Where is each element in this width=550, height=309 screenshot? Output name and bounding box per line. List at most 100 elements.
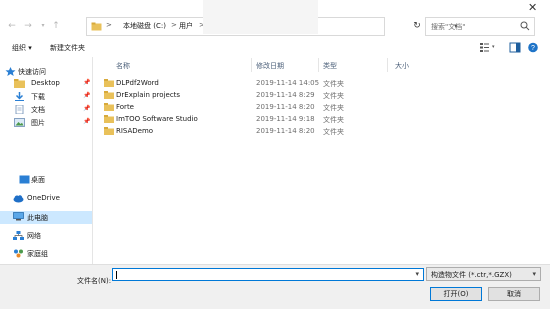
breadcrumb-separator[interactable]: > (171, 21, 177, 29)
folder-icon (104, 103, 114, 111)
nav-item-documents[interactable]: 文档 📌 (0, 104, 92, 116)
column-divider[interactable] (318, 58, 319, 72)
folder-icon (104, 79, 114, 87)
nav-item-pictures[interactable]: 图片 📌 (0, 117, 92, 129)
redacted-area (203, 0, 318, 34)
nav-item-desktop[interactable]: 桌面 (0, 174, 92, 186)
nav-item-downloads[interactable]: 下载 📌 (0, 91, 92, 103)
file-type: 文件夹 (323, 92, 344, 100)
file-row[interactable]: ImTOO Software Studio 2019-11-14 9:18 文件… (94, 113, 550, 125)
file-type: 文件夹 (323, 116, 344, 124)
column-type[interactable]: 类型 (323, 61, 337, 71)
nav-item-label: OneDrive (27, 194, 60, 202)
cloud-icon (13, 195, 24, 203)
refresh-icon[interactable]: ↻ (411, 20, 423, 32)
picture-icon (14, 118, 25, 127)
pin-icon: 📌 (83, 105, 91, 112)
nav-item-label: 图片 (31, 119, 45, 127)
file-type: 文件夹 (323, 80, 344, 88)
file-name: DLPdf2Word (116, 79, 159, 87)
filename-label: 文件名(N): (77, 277, 112, 285)
filter-value: 构造物文件 (*.ctr,*.GZX) (431, 271, 512, 279)
file-type-filter[interactable]: 构造物文件 (*.ctr,*.GZX) ▾ (426, 267, 541, 281)
view-options-icon[interactable] (479, 42, 491, 53)
nav-item-quick-access[interactable]: 快速访问 (0, 66, 92, 78)
nav-item-desktop-folder[interactable]: Desktop 📌 (0, 78, 92, 90)
file-name: ImTOO Software Studio (116, 115, 198, 123)
breadcrumb-separator[interactable]: > (106, 21, 112, 29)
network-icon (13, 231, 24, 240)
nav-item-label: 此电脑 (27, 214, 48, 222)
file-type: 文件夹 (323, 104, 344, 112)
filename-input[interactable]: ▾ (112, 268, 424, 281)
nav-item-label: 网络 (27, 232, 41, 240)
homegroup-icon (14, 249, 23, 258)
file-name: Forte (116, 103, 134, 111)
pin-icon: 📌 (83, 92, 91, 99)
nav-item-this-pc[interactable]: 此电脑 (0, 211, 92, 224)
text-caret (116, 271, 117, 279)
file-date: 2019-11-14 8:29 (256, 91, 315, 99)
document-icon (15, 105, 24, 114)
folder-icon (104, 115, 114, 123)
file-date: 2019-11-14 9:18 (256, 115, 315, 123)
open-button[interactable]: 打开(O) (430, 287, 482, 301)
nav-item-label: 下载 (31, 93, 45, 101)
file-name: RISADemo (116, 127, 154, 135)
nav-item-network[interactable]: 网络 (0, 230, 92, 242)
file-type: 文件夹 (323, 128, 344, 136)
pin-icon: 📌 (83, 118, 91, 125)
organize-button[interactable]: 组织 ▾ (12, 43, 32, 53)
breadcrumb-local-disk[interactable]: 本地磁盘 (C:) (123, 21, 166, 31)
new-folder-button[interactable]: 新建文件夹 (50, 43, 85, 53)
help-icon[interactable]: ? (527, 42, 539, 53)
file-date: 2019-11-14 14:05 (256, 79, 320, 87)
search-placeholder: 搜索"文档" (431, 23, 466, 31)
filter-dropdown-icon[interactable]: ▾ (532, 270, 536, 278)
column-size[interactable]: 大小 (395, 61, 409, 71)
navigation-pane: 快速访问 Desktop 📌 下载 📌 文档 📌 图片 📌 桌面 OneDriv… (0, 57, 93, 264)
cancel-button[interactable]: 取消 (488, 287, 540, 301)
computer-icon (13, 212, 24, 221)
column-header: 名称 修改日期 类型 大小 (94, 58, 550, 72)
column-date[interactable]: 修改日期 (256, 61, 284, 71)
forward-arrow-icon[interactable]: → (22, 20, 34, 32)
file-list: 名称 修改日期 类型 大小 DLPdf2Word 2019-11-14 14:0… (94, 57, 550, 264)
pin-icon: 📌 (83, 79, 91, 86)
file-date: 2019-11-14 8:20 (256, 103, 315, 111)
file-row[interactable]: RISADemo 2019-11-14 8:20 文件夹 (94, 125, 550, 137)
preview-pane-icon[interactable] (509, 42, 521, 53)
nav-item-label: Desktop (31, 79, 60, 87)
breadcrumb-users[interactable]: 用户 (179, 21, 193, 31)
file-row[interactable]: Forte 2019-11-14 8:20 文件夹 (94, 101, 550, 113)
nav-item-label: 桌面 (31, 176, 45, 184)
search-input[interactable]: 搜索"文档" (425, 17, 535, 36)
nav-item-label: 文档 (31, 106, 45, 114)
folder-icon (104, 127, 114, 135)
column-divider[interactable] (387, 58, 388, 72)
file-row[interactable]: DrExplain projects 2019-11-14 8:29 文件夹 (94, 89, 550, 101)
view-dropdown-icon[interactable]: ▾ (492, 44, 495, 50)
nav-item-label: 家庭组 (27, 250, 48, 258)
nav-item-label: 快速访问 (18, 68, 46, 76)
search-icon[interactable] (520, 21, 530, 31)
recent-locations-icon[interactable]: ▾ (37, 20, 49, 32)
back-arrow-icon[interactable]: ← (6, 20, 18, 32)
desktop-icon (19, 175, 30, 184)
nav-item-homegroup[interactable]: 家庭组 (0, 248, 92, 260)
svg-text:?: ? (531, 45, 535, 52)
file-name: DrExplain projects (116, 91, 181, 99)
star-icon (5, 67, 16, 76)
column-name[interactable]: 名称 (116, 61, 130, 71)
column-divider[interactable] (251, 58, 252, 72)
folder-icon (14, 79, 25, 88)
filename-dropdown-icon[interactable]: ▾ (415, 270, 419, 278)
toolbar: 组织 ▾ 新建文件夹 ▾ ? (0, 40, 550, 56)
file-row[interactable]: DLPdf2Word 2019-11-14 14:05 文件夹 (94, 77, 550, 89)
close-icon[interactable]: ✕ (528, 1, 537, 14)
up-arrow-icon[interactable]: ↑ (50, 20, 62, 32)
folder-icon (104, 91, 114, 99)
download-icon (15, 92, 24, 101)
nav-item-onedrive[interactable]: OneDrive (0, 193, 92, 205)
folder-path-icon (91, 22, 102, 31)
